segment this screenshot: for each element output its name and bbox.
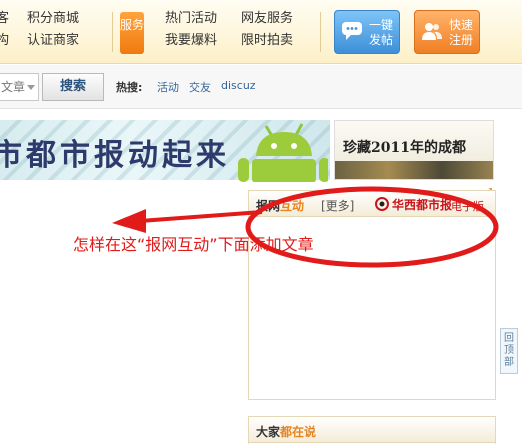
- nav-link-partial-1[interactable]: 客: [0, 8, 9, 30]
- panel-header: 大家都在说: [249, 417, 495, 443]
- chevron-down-icon: [27, 85, 35, 90]
- banner-slogan: 市都市报动起来: [0, 138, 230, 173]
- search-bar: 文章 搜索 热搜: 活动 交友 discuz: [0, 65, 522, 109]
- quick-post-button[interactable]: 一键发帖: [334, 10, 400, 54]
- news-interaction-panel: 报网互动 [更多] 华西都市报 电子版: [248, 190, 496, 400]
- panel-title-part: 报网: [256, 199, 281, 213]
- nav-link-certified-merchants[interactable]: 认证商家: [27, 30, 79, 52]
- nav-link-partial-2[interactable]: 构: [0, 30, 9, 52]
- hot-search-link[interactable]: 活动: [157, 79, 179, 95]
- quick-post-label: 一键发帖: [368, 18, 393, 47]
- search-type-select[interactable]: 文章: [0, 73, 39, 101]
- hot-search-link[interactable]: discuz: [221, 79, 256, 92]
- more-link[interactable]: [更多]: [321, 197, 354, 214]
- nav-link-hot-activities[interactable]: 热门活动: [165, 8, 217, 30]
- nav-divider: [320, 12, 321, 52]
- users-icon: [422, 23, 442, 40]
- quick-register-button[interactable]: 快速注册: [414, 10, 480, 54]
- side-banner-caption: 珍藏2011年的成都: [343, 140, 466, 156]
- back-to-top-button[interactable]: 回顶部: [500, 328, 518, 374]
- side-banner[interactable]: 珍藏2011年的成都: [334, 120, 494, 180]
- android-mascot-icon: [238, 123, 328, 182]
- nav-column-services: 网友服务 限时拍卖: [241, 8, 293, 52]
- panel-title-highlight: 互动: [280, 199, 305, 213]
- discussion-panel: 大家都在说: [248, 416, 496, 444]
- annotation-question: 怎样在这“报网互动”下面添加文章: [73, 235, 314, 254]
- hot-search-label: 热搜:: [116, 81, 143, 94]
- panel-header: 报网互动 [更多] 华西都市报 电子版: [249, 191, 495, 217]
- service-badge: 服务: [120, 12, 144, 54]
- search-button[interactable]: 搜索: [42, 73, 104, 101]
- search-type-value: 文章: [1, 80, 26, 94]
- nav-column-mall: 积分商城 认证商家: [27, 8, 79, 52]
- speech-bubble-icon: [342, 22, 362, 40]
- panel-title-highlight: 都在说: [280, 425, 317, 439]
- e-edition-link[interactable]: 电子版: [451, 198, 484, 214]
- nav-link-user-services[interactable]: 网友服务: [241, 8, 293, 30]
- annotation-arrow-shaft: [139, 210, 263, 223]
- quick-register-label: 快速注册: [448, 18, 473, 47]
- newspaper-logo-icon: [375, 197, 389, 211]
- nav-column-partial: 客 构: [0, 8, 9, 52]
- nav-link-auction[interactable]: 限时拍卖: [241, 30, 293, 52]
- panel-title-part: 大家: [256, 425, 281, 439]
- city-photo: [335, 161, 493, 179]
- top-nav-bar: 客 构 积分商城 认证商家 服务 热门活动 我要爆料 网友服务 限时拍卖 一键发…: [0, 0, 522, 64]
- arrow-left-icon: [112, 209, 146, 233]
- panel-title: 大家都在说: [256, 423, 316, 440]
- hot-search-link[interactable]: 交友: [189, 79, 211, 95]
- nav-link-report[interactable]: 我要爆料: [165, 30, 217, 52]
- newspaper-logo[interactable]: 华西都市报: [392, 196, 452, 213]
- panel-title: 报网互动: [256, 197, 304, 214]
- nav-divider: [112, 12, 113, 52]
- nav-column-activities: 热门活动 我要爆料: [165, 8, 217, 52]
- nav-link-points-mall[interactable]: 积分商城: [27, 8, 79, 30]
